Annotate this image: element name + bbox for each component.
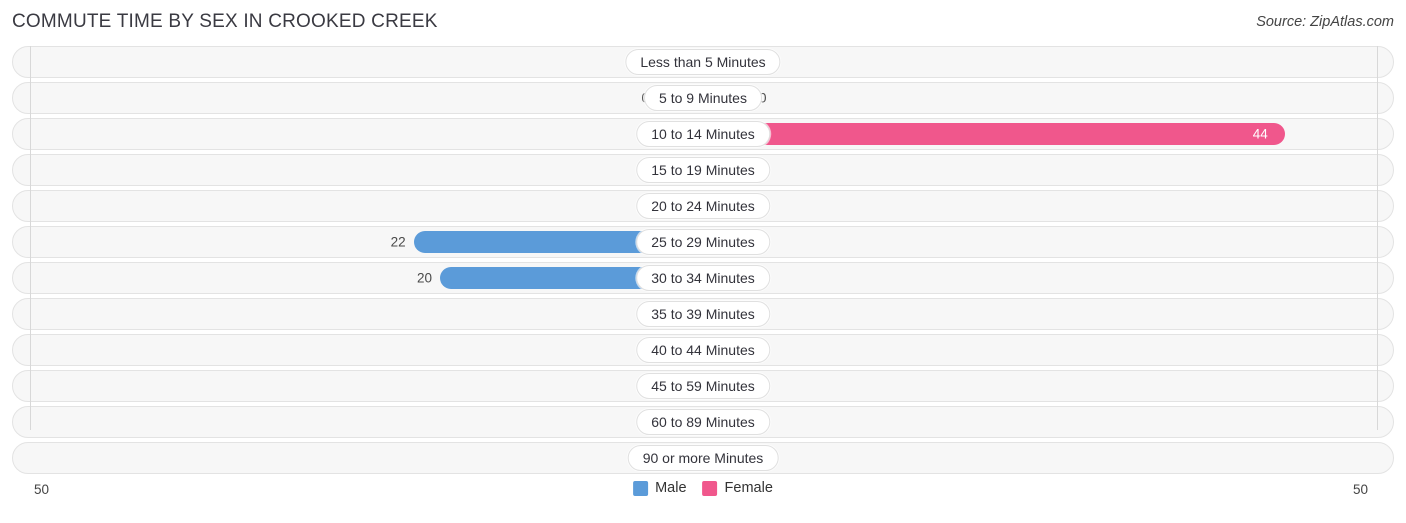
category-label: 60 to 89 Minutes: [636, 409, 770, 435]
table-row: 0020 to 24 Minutes: [12, 190, 1394, 222]
bar-rows-container: 00Less than 5 Minutes 0 05 to 9 Minutes0 44…: [12, 46, 1394, 474]
category-label: 10 to 14 Minutes: [636, 121, 770, 147]
row-inner: 0040 to 44 Minutes: [13, 335, 1393, 365]
category-label: 90 or more Minutes: [627, 445, 779, 471]
category-label: Less than 5 Minutes: [625, 49, 781, 75]
source-attribution: Source: ZipAtlas.com: [1256, 14, 1394, 30]
row-inner: 00Less than 5 Minutes: [13, 47, 1393, 77]
table-row: 0060 to 89 Minutes: [12, 406, 1394, 438]
category-label: 20 to 24 Minutes: [636, 193, 770, 219]
table-row: 0 05 to 9 Minutes: [12, 82, 1394, 114]
axis-line-right: [1377, 46, 1378, 430]
row-inner: 0090 or more Minutes: [13, 443, 1393, 473]
category-label: 25 to 29 Minutes: [636, 229, 770, 255]
bar-value-male: 22: [390, 234, 406, 250]
row-inner: 0060 to 89 Minutes: [13, 407, 1393, 437]
row-inner: 22025 to 29 Minutes: [13, 227, 1393, 257]
table-row: 0035 to 39 Minutes: [12, 298, 1394, 330]
table-row: 20030 to 34 Minutes: [12, 262, 1394, 294]
bar-value-female: 0: [759, 90, 767, 106]
category-label: 5 to 9 Minutes: [644, 85, 762, 111]
bar-value-male: 0: [599, 91, 649, 106]
page-title: COMMUTE TIME BY SEX IN CROOKED CREEK: [12, 11, 438, 32]
bar-value-female: 44: [1252, 126, 1268, 142]
row-inner: 0035 to 39 Minutes: [13, 299, 1393, 329]
axis-tick-left: 50: [34, 482, 50, 497]
legend-label: Female: [724, 480, 773, 496]
chart-plot-area: 00Less than 5 Minutes 0 05 to 9 Minutes0 44…: [12, 46, 1394, 476]
table-row: 0015 to 19 Minutes: [12, 154, 1394, 186]
legend-label: Male: [655, 480, 687, 496]
table-row: 22025 to 29 Minutes: [12, 226, 1394, 258]
category-label: 35 to 39 Minutes: [636, 301, 770, 327]
row-inner: 0 05 to 9 Minutes: [13, 83, 1393, 113]
axis-line-left: [30, 46, 31, 430]
row-inner: 0045 to 59 Minutes: [13, 371, 1393, 401]
chart-footer: 50 50 Male Female: [12, 476, 1394, 516]
row-inner: 0015 to 19 Minutes: [13, 155, 1393, 185]
row-inner: 04410 to 14 Minutes: [13, 119, 1393, 149]
table-row: 0090 or more Minutes: [12, 442, 1394, 474]
row-inner: 0020 to 24 Minutes: [13, 191, 1393, 221]
legend-item-male[interactable]: Male: [633, 480, 687, 496]
row-inner: 20030 to 34 Minutes: [13, 263, 1393, 293]
chart-legend: Male Female: [633, 480, 773, 496]
legend-swatch-icon: [633, 480, 649, 496]
axis-tick-right: 50: [1353, 482, 1369, 497]
table-row: 00Less than 5 Minutes: [12, 46, 1394, 78]
table-row: 04410 to 14 Minutes: [12, 118, 1394, 150]
table-row: 0040 to 44 Minutes: [12, 334, 1394, 366]
table-row: 0045 to 59 Minutes: [12, 370, 1394, 402]
category-label: 30 to 34 Minutes: [636, 265, 770, 291]
category-label: 40 to 44 Minutes: [636, 337, 770, 363]
legend-swatch-icon: [702, 480, 718, 496]
category-label: 45 to 59 Minutes: [636, 373, 770, 399]
chart-header: COMMUTE TIME BY SEX IN CROOKED CREEK Sou…: [0, 0, 1406, 46]
category-label: 15 to 19 Minutes: [636, 157, 770, 183]
legend-item-female[interactable]: Female: [702, 480, 773, 496]
bar-value-male: 20: [416, 270, 432, 286]
bar-female: [704, 123, 1285, 145]
